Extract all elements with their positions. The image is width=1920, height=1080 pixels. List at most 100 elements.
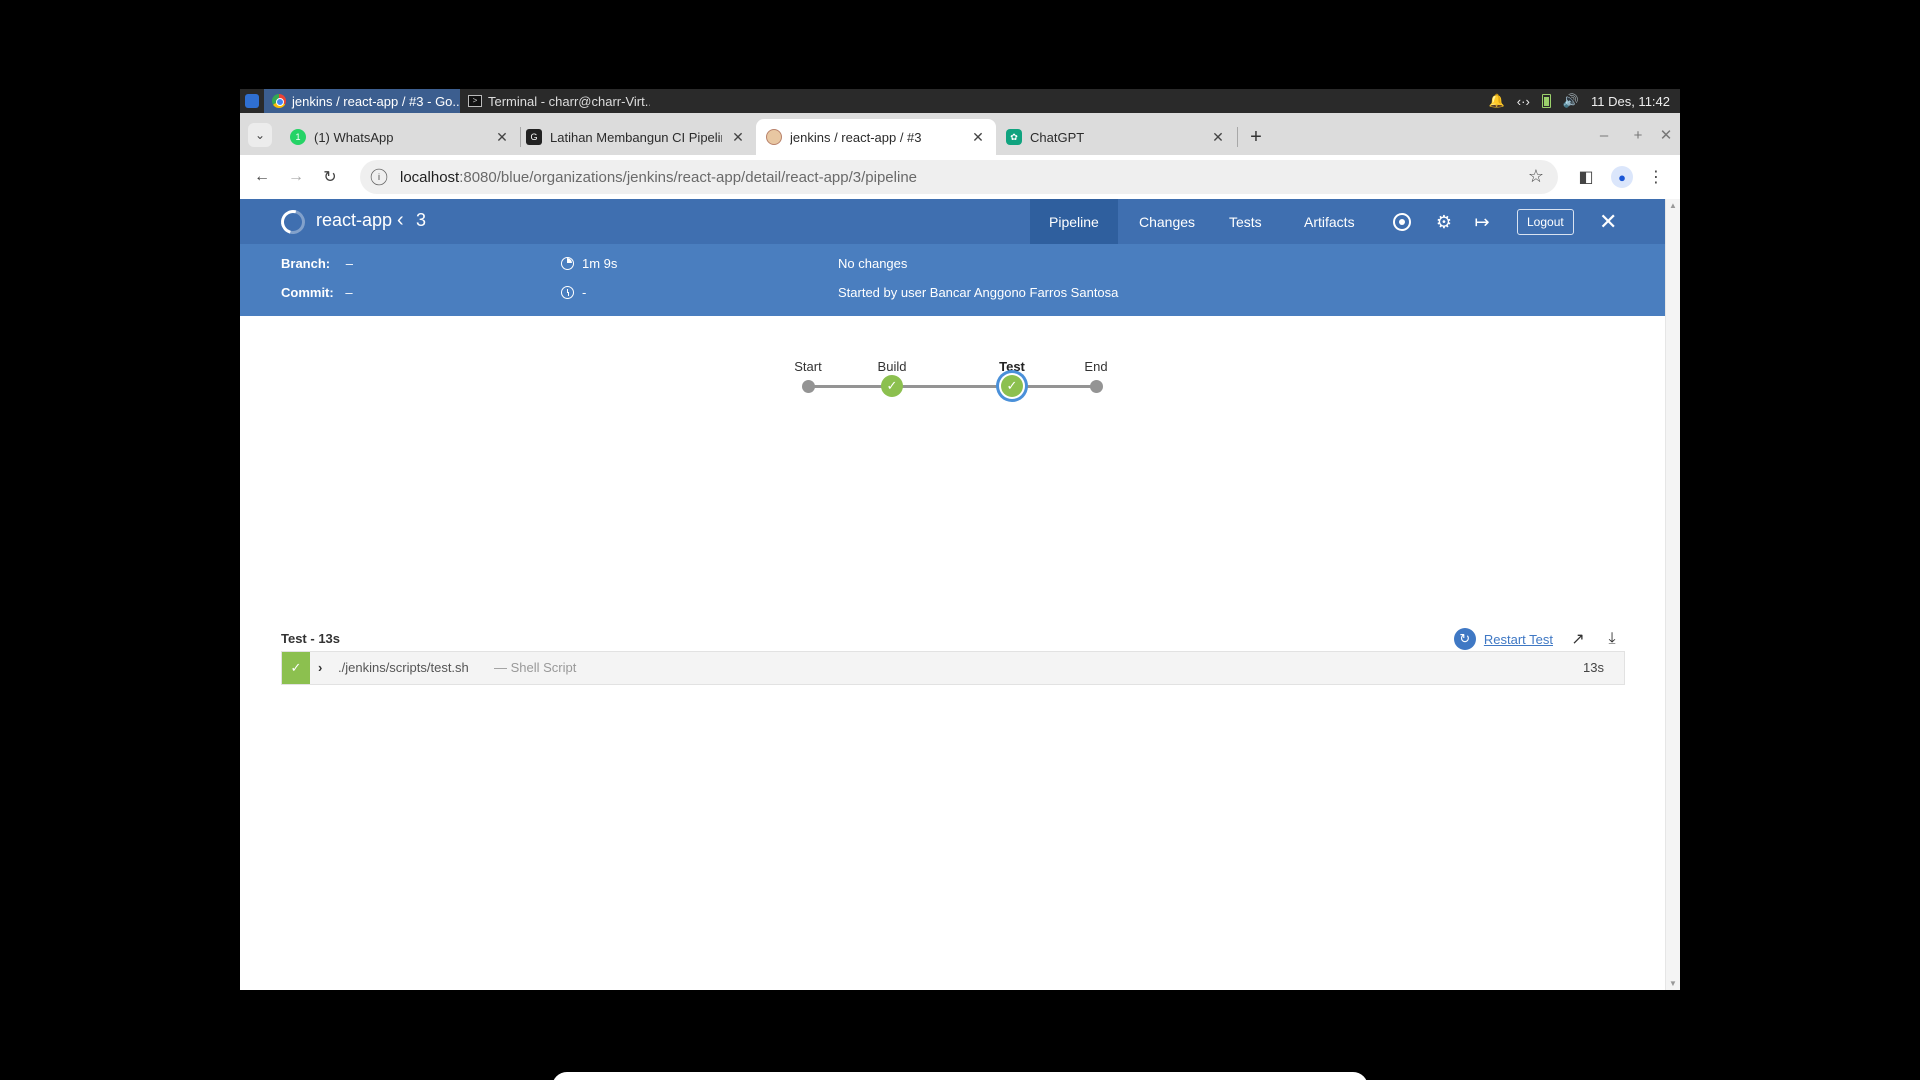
branch-label: Branch: [281, 256, 331, 271]
download-icon[interactable]: ⤓ [1601, 628, 1623, 650]
new-tab-button[interactable]: + [1244, 125, 1268, 149]
stage-label-end: End [1084, 359, 1108, 374]
site-info-icon[interactable]: i [370, 168, 388, 186]
minimize-button[interactable]: – [1590, 123, 1618, 147]
close-icon[interactable]: ✕ [494, 129, 510, 146]
tab-changes[interactable]: Changes [1120, 199, 1214, 244]
scroll-down-icon[interactable]: ▼ [1669, 979, 1677, 988]
os-menu-icon[interactable] [240, 89, 264, 113]
run-cause-text: Started by user Bancar Anggono Farros Sa… [838, 285, 1119, 300]
battery-icon[interactable] [1541, 94, 1551, 108]
plus-icon: + [1250, 125, 1262, 148]
tab-jenkins[interactable]: jenkins / react-app / #3 ✕ [756, 119, 996, 155]
reload-button[interactable]: ↻ [316, 163, 344, 191]
address-bar[interactable]: i localhost:8080/blue/organizations/jenk… [360, 160, 1558, 194]
restart-stage-button[interactable]: ↻ Restart Test [1453, 628, 1553, 650]
taskbar-item-label: Terminal - charr@charr-Virt... [488, 93, 650, 109]
chrome-icon [272, 94, 286, 108]
step-row[interactable]: ✓ › ./jenkins/scripts/test.sh — Shell Sc… [281, 651, 1625, 685]
duration-value: 1m 9s [582, 256, 618, 271]
check-icon: ✓ [886, 378, 898, 393]
chevron-right-icon[interactable]: › [318, 660, 322, 675]
run-info-bar: Branch: – Commit: – 1m 9s - No changes S… [240, 244, 1665, 316]
taskbar-item-label: jenkins / react-app / #3 - Go... [292, 93, 460, 109]
close-icon[interactable]: ✕ [1599, 209, 1617, 235]
page-scrollbar[interactable]: ▲ ▼ [1665, 199, 1680, 990]
terminal-icon: > [468, 95, 482, 107]
tab-github[interactable]: G Latihan Membangun CI Pipeline ✕ [516, 119, 756, 155]
taskbar-item-terminal[interactable]: > Terminal - charr@charr-Virt... [460, 89, 650, 113]
close-icon[interactable]: ✕ [970, 129, 986, 146]
time-row: - [561, 285, 586, 300]
restart-icon: ↻ [1453, 628, 1476, 650]
tab-divider [1237, 127, 1238, 147]
volume-icon[interactable]: 🔊 [1563, 93, 1579, 109]
os-taskbar: jenkins / react-app / #3 - Go... > Termi… [240, 89, 1680, 113]
branch-row: Branch: – [281, 256, 353, 271]
window-close-button[interactable]: ✕ [1652, 123, 1680, 147]
back-button[interactable]: ← [248, 163, 276, 191]
restart-stage-link[interactable]: Restart Test [1484, 632, 1553, 647]
changes-text: No changes [838, 256, 908, 271]
open-classic-icon[interactable]: ↦ [1470, 210, 1494, 234]
duration-row: 1m 9s [561, 256, 617, 271]
whatsapp-icon: 1 [290, 129, 306, 145]
forward-button[interactable]: → [282, 163, 310, 191]
open-external-icon[interactable]: ↗ [1567, 628, 1589, 650]
github-icon: G [526, 129, 542, 145]
time-value: - [582, 285, 587, 300]
close-icon[interactable]: ✕ [1210, 129, 1226, 146]
end-node [1090, 380, 1103, 393]
side-panel-icon[interactable]: ◧ [1572, 163, 1600, 191]
browser-menu-icon[interactable]: ⋮ [1642, 163, 1670, 191]
close-icon[interactable]: ✕ [730, 129, 746, 146]
maximize-button[interactable]: + [1624, 123, 1652, 147]
pipeline-name-link[interactable]: react-app [316, 210, 392, 231]
commit-row: Commit: – [281, 285, 353, 300]
stage-label-test[interactable]: Test [999, 359, 1025, 374]
branch-value: – [345, 256, 353, 271]
check-icon: ✓ [1006, 378, 1018, 393]
duration-icon [561, 257, 574, 270]
jenkins-page: react-app ‹ 3 Pipeline Changes Tests Art… [240, 199, 1665, 990]
tab-title: ChatGPT [1030, 129, 1085, 145]
step-name: ./jenkins/scripts/test.sh [338, 660, 469, 675]
stage-node-test[interactable]: ✓ [1001, 375, 1023, 397]
logout-button[interactable]: Logout [1517, 209, 1574, 235]
tab-whatsapp[interactable]: 1 (1) WhatsApp ✕ [280, 119, 520, 155]
browser-toolbar: ← → ↻ i localhost:8080/blue/organization… [240, 155, 1680, 199]
chatgpt-icon: ✿ [1006, 129, 1022, 145]
tab-title: (1) WhatsApp [314, 129, 394, 145]
tab-artifacts[interactable]: Artifacts [1285, 199, 1374, 244]
bookmark-star-icon[interactable]: ☆ [1528, 166, 1544, 187]
profile-button[interactable]: ● [1608, 163, 1636, 191]
tab-search-button[interactable]: ⌄ [248, 123, 272, 147]
tab-pipeline[interactable]: Pipeline [1030, 199, 1118, 244]
arrow-left-icon: ← [254, 168, 270, 185]
gear-icon[interactable]: ⚙ [1432, 210, 1456, 234]
taskbar-item-chrome[interactable]: jenkins / react-app / #3 - Go... [264, 89, 460, 113]
running-spinner-icon [276, 205, 310, 239]
scroll-up-icon[interactable]: ▲ [1669, 201, 1677, 210]
rerun-icon[interactable] [1390, 210, 1414, 234]
start-node [802, 380, 815, 393]
tab-title: jenkins / react-app / #3 [790, 129, 922, 145]
step-type: — Shell Script [494, 660, 577, 675]
system-clock[interactable]: 11 Des, 11:42 [1591, 94, 1670, 109]
url-path: :8080/blue/organizations/jenkins/react-a… [459, 168, 918, 186]
tab-chatgpt[interactable]: ✿ ChatGPT ✕ [996, 119, 1236, 155]
step-success-icon: ✓ [282, 652, 310, 684]
step-duration: 13s [1583, 660, 1604, 675]
arrow-right-icon: → [288, 168, 304, 185]
commit-label: Commit: [281, 285, 334, 300]
network-icon[interactable]: ‹·› [1517, 94, 1530, 109]
notification-bell-icon[interactable]: 🔔 [1489, 93, 1505, 109]
os-dock[interactable] [552, 1072, 1368, 1080]
tab-tests[interactable]: Tests [1210, 199, 1281, 244]
stage-label-build[interactable]: Build [878, 359, 907, 374]
reload-icon: ↻ [323, 169, 337, 186]
browser-window: ⌄ 1 (1) WhatsApp ✕ G Latihan Membangun C… [240, 113, 1680, 990]
tab-strip: ⌄ 1 (1) WhatsApp ✕ G Latihan Membangun C… [240, 113, 1680, 155]
chevron-left-icon: ‹ [397, 209, 404, 231]
stage-node-build[interactable]: ✓ [881, 375, 903, 397]
